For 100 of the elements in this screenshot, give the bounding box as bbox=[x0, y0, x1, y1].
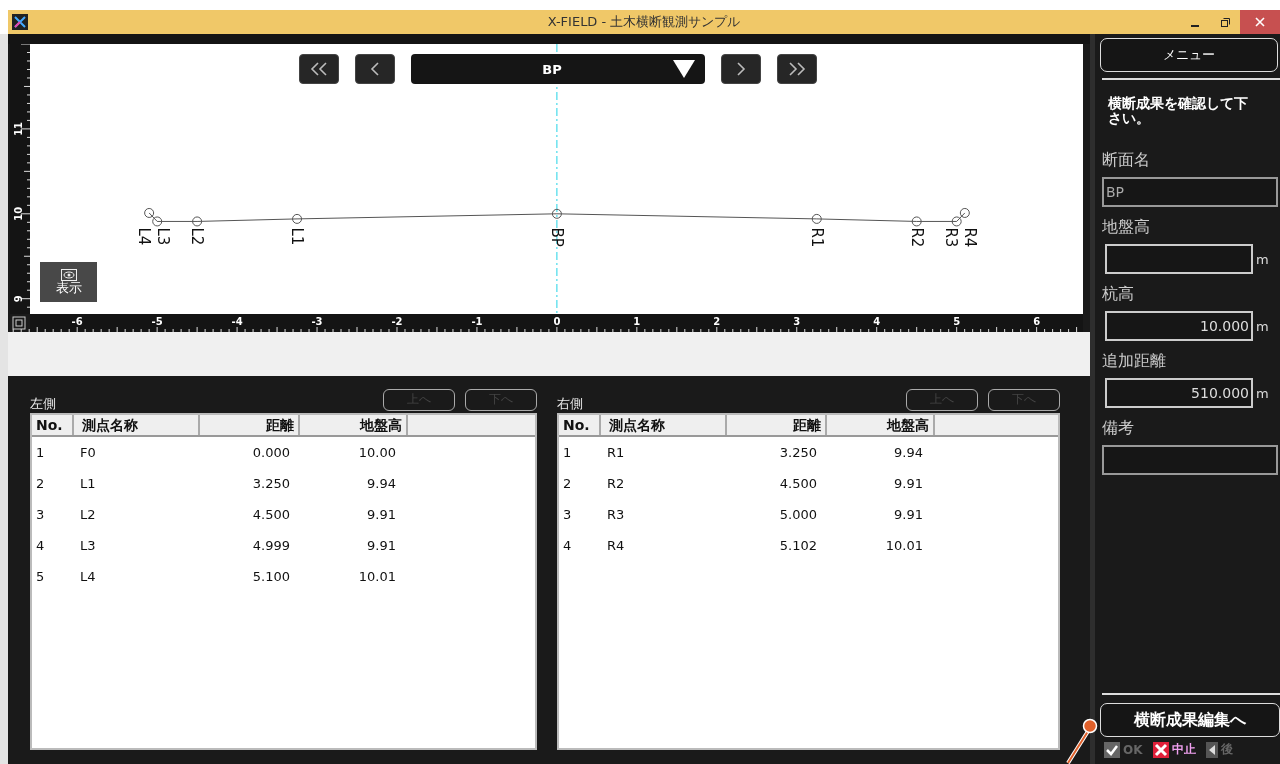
field-label: 追加距離 bbox=[1102, 351, 1167, 372]
section-dropdown[interactable]: BP bbox=[411, 54, 705, 84]
point-label: L1 bbox=[288, 227, 307, 246]
ruler-label: 0 bbox=[553, 316, 561, 327]
table-cell-text: 3 bbox=[35, 507, 46, 522]
field-label: 断面名 bbox=[1102, 150, 1151, 171]
table-cell-text: L4 bbox=[79, 569, 97, 584]
column-header[interactable]: 測点名称 bbox=[601, 415, 727, 435]
pointer-drawing bbox=[1064, 716, 1098, 764]
field-label: 備考 bbox=[1102, 418, 1135, 439]
table-cell-text: 4.500 bbox=[251, 507, 291, 522]
view-control[interactable]: 表示 bbox=[40, 262, 97, 302]
survey-point[interactable] bbox=[951, 216, 962, 227]
table-cell-text: 3.250 bbox=[778, 445, 818, 460]
table-cell-text: 5 bbox=[35, 569, 46, 584]
table-cell-text: 3.250 bbox=[251, 476, 291, 491]
table-cell-text: 1 bbox=[35, 445, 46, 460]
survey-point[interactable] bbox=[192, 216, 203, 227]
table-cell-text: 9.91 bbox=[893, 507, 924, 522]
ruler-label: 3 bbox=[793, 316, 801, 327]
instruction-text: 横断成果を確認して下さい。 bbox=[1108, 96, 1249, 126]
column-header[interactable]: 地盤高 bbox=[827, 415, 935, 435]
table-cell-text: 0.000 bbox=[251, 445, 291, 460]
ruler-label: -3 bbox=[311, 316, 323, 327]
column-header[interactable]: 測点名称 bbox=[74, 415, 200, 435]
table-cell-text: 9.94 bbox=[893, 445, 924, 460]
unit-label: m bbox=[1256, 318, 1269, 334]
table-cell-text: R1 bbox=[606, 445, 626, 460]
ruler-label: 10 bbox=[13, 206, 25, 221]
field-label: 杭高 bbox=[1102, 284, 1135, 305]
ruler-label: 11 bbox=[13, 121, 25, 136]
input-field[interactable]: BP bbox=[1102, 177, 1278, 207]
table-cell-text: 10.01 bbox=[357, 569, 397, 584]
dropdown-arrow-icon bbox=[673, 60, 695, 78]
survey-point[interactable] bbox=[911, 216, 922, 227]
ruler-label: -6 bbox=[71, 316, 83, 327]
table-cell-text: 5.100 bbox=[251, 569, 291, 584]
table-cell-text: R3 bbox=[606, 507, 626, 522]
ruler-label: -2 bbox=[391, 316, 403, 327]
check-icon bbox=[1104, 741, 1120, 758]
table-cell-text: 4.999 bbox=[251, 538, 291, 553]
first-section-button[interactable] bbox=[299, 54, 339, 84]
point-label: R2 bbox=[907, 227, 926, 248]
ruler-label: 4 bbox=[873, 316, 881, 327]
column-header[interactable]: 距離 bbox=[200, 415, 300, 435]
table-cell-text: 5.102 bbox=[778, 538, 818, 553]
restore-icon bbox=[1220, 17, 1230, 27]
table-cell-text: 9.91 bbox=[893, 476, 924, 491]
table-cell-text: R4 bbox=[606, 538, 626, 553]
previous-section-button[interactable] bbox=[355, 54, 395, 84]
survey-point[interactable] bbox=[292, 213, 303, 224]
table-cell-text: 3 bbox=[562, 507, 573, 522]
footer-button[interactable]: 中止 bbox=[1152, 741, 1196, 758]
table-cell-text: 4 bbox=[35, 538, 46, 553]
survey-point[interactable] bbox=[959, 207, 970, 218]
column-header[interactable]: 距離 bbox=[727, 415, 827, 435]
next-section-button[interactable] bbox=[721, 54, 761, 84]
column-header[interactable]: No. bbox=[559, 415, 601, 435]
survey-point[interactable] bbox=[551, 208, 562, 219]
input-field[interactable]: 10.000 bbox=[1105, 311, 1253, 341]
input-field[interactable] bbox=[1105, 244, 1253, 274]
ruler-label: 5 bbox=[953, 316, 961, 327]
last-section-button[interactable] bbox=[777, 54, 817, 84]
ruler-label: -1 bbox=[471, 316, 483, 327]
point-label: L3 bbox=[153, 227, 172, 246]
column-header[interactable]: No. bbox=[32, 415, 74, 435]
chevron-right-icon bbox=[734, 61, 748, 77]
table-cell-text: 10.00 bbox=[357, 445, 397, 460]
table-cell-text: L2 bbox=[79, 507, 97, 522]
table-cell-text: 4 bbox=[562, 538, 573, 553]
panel-title: 右側 bbox=[557, 394, 583, 413]
fit-view-icon[interactable] bbox=[12, 316, 26, 330]
input-field[interactable] bbox=[1102, 445, 1278, 475]
double-chevron-left-icon bbox=[308, 61, 330, 77]
survey-point[interactable] bbox=[152, 216, 163, 227]
window-title: X-FIELD - 土木横断観測サンプル bbox=[547, 13, 741, 31]
edit-results-button[interactable]: 横断成果編集へ bbox=[1100, 703, 1280, 737]
column-header[interactable]: 地盤高 bbox=[300, 415, 408, 435]
input-field[interactable]: 510.000 bbox=[1105, 378, 1253, 408]
table-cell-text: 9.94 bbox=[366, 476, 397, 491]
app-icon bbox=[12, 14, 28, 30]
table-cell-text: 5.000 bbox=[778, 507, 818, 522]
survey-point[interactable] bbox=[811, 213, 822, 224]
survey-point[interactable] bbox=[144, 207, 155, 218]
ruler-label: 2 bbox=[713, 316, 721, 327]
double-chevron-right-icon bbox=[786, 61, 808, 77]
table-cell-text: L1 bbox=[79, 476, 97, 491]
panel-title: 左側 bbox=[30, 394, 56, 413]
chevron-left-icon bbox=[368, 61, 382, 77]
point-label: L2 bbox=[188, 227, 207, 246]
cross-icon bbox=[1152, 741, 1169, 758]
ruler-label: -4 bbox=[231, 316, 243, 327]
point-label: R1 bbox=[807, 227, 826, 248]
table-cell-text: 1 bbox=[562, 445, 573, 460]
unit-label: m bbox=[1256, 251, 1269, 267]
ruler-label: 6 bbox=[1033, 316, 1041, 327]
menu-button[interactable]: メニュー bbox=[1100, 38, 1278, 72]
point-label: R4 bbox=[961, 227, 980, 248]
point-label: L4 bbox=[134, 227, 153, 246]
field-label: 地盤高 bbox=[1102, 217, 1151, 238]
